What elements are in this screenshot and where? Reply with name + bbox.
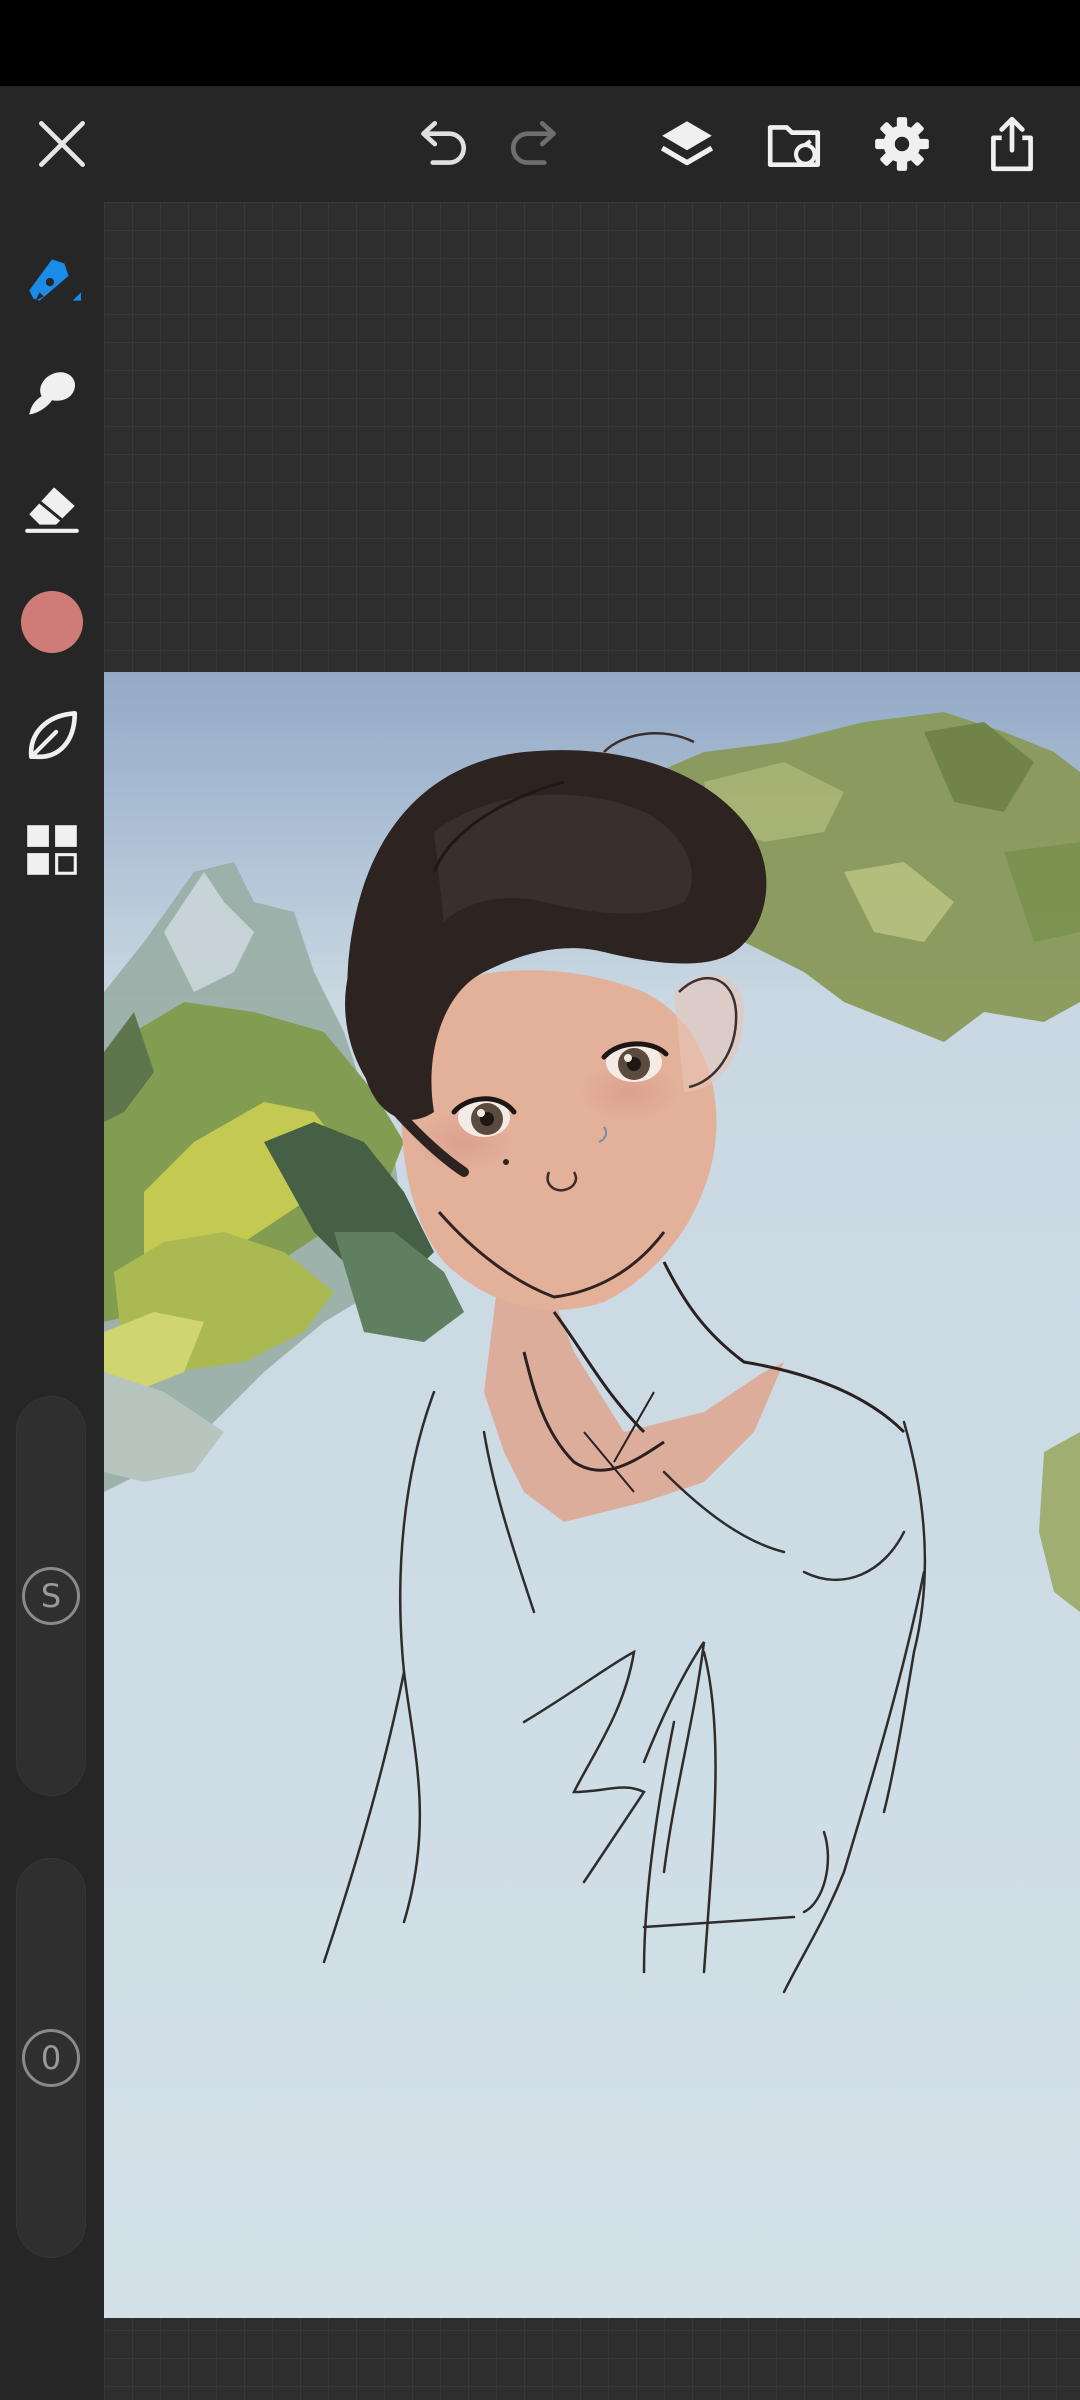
share-icon bbox=[991, 116, 1033, 172]
color-button[interactable] bbox=[10, 580, 94, 664]
redo-icon bbox=[511, 121, 556, 165]
pen-icon bbox=[29, 259, 81, 301]
undo-button[interactable] bbox=[395, 98, 487, 190]
left-toolbar: S 0 bbox=[0, 202, 104, 2400]
gallery-button[interactable] bbox=[749, 98, 841, 190]
top-toolbar bbox=[0, 86, 1080, 202]
settings-button[interactable] bbox=[856, 98, 948, 190]
folder-sync-icon bbox=[767, 125, 821, 167]
grid-icon bbox=[27, 825, 77, 875]
brush-size-label: S bbox=[22, 1567, 80, 1625]
eraser-icon bbox=[25, 487, 79, 533]
close-button[interactable] bbox=[16, 98, 108, 190]
layers-button[interactable] bbox=[641, 98, 733, 190]
drawing-canvas[interactable] bbox=[104, 672, 1080, 2318]
artwork bbox=[104, 672, 1080, 2318]
share-button[interactable] bbox=[966, 98, 1058, 190]
color-swatch bbox=[21, 591, 83, 653]
opacity-slider[interactable]: 0 bbox=[16, 1858, 86, 2258]
status-bar bbox=[0, 0, 1080, 86]
close-icon bbox=[39, 121, 85, 167]
brush-size-slider[interactable]: S bbox=[16, 1396, 86, 1796]
more-tools-button[interactable] bbox=[10, 808, 94, 892]
liquify-tool-button[interactable] bbox=[10, 694, 94, 778]
redo-button[interactable] bbox=[490, 98, 582, 190]
gear-icon bbox=[875, 117, 929, 171]
layers-icon bbox=[660, 121, 714, 166]
pen-tool-button[interactable] bbox=[10, 238, 94, 322]
smudge-tool-button[interactable] bbox=[10, 352, 94, 436]
smudge-icon bbox=[29, 372, 75, 415]
opacity-label: 0 bbox=[22, 2029, 80, 2087]
eraser-tool-button[interactable] bbox=[10, 464, 94, 548]
undo-icon bbox=[421, 121, 466, 165]
leaf-icon bbox=[28, 710, 78, 760]
